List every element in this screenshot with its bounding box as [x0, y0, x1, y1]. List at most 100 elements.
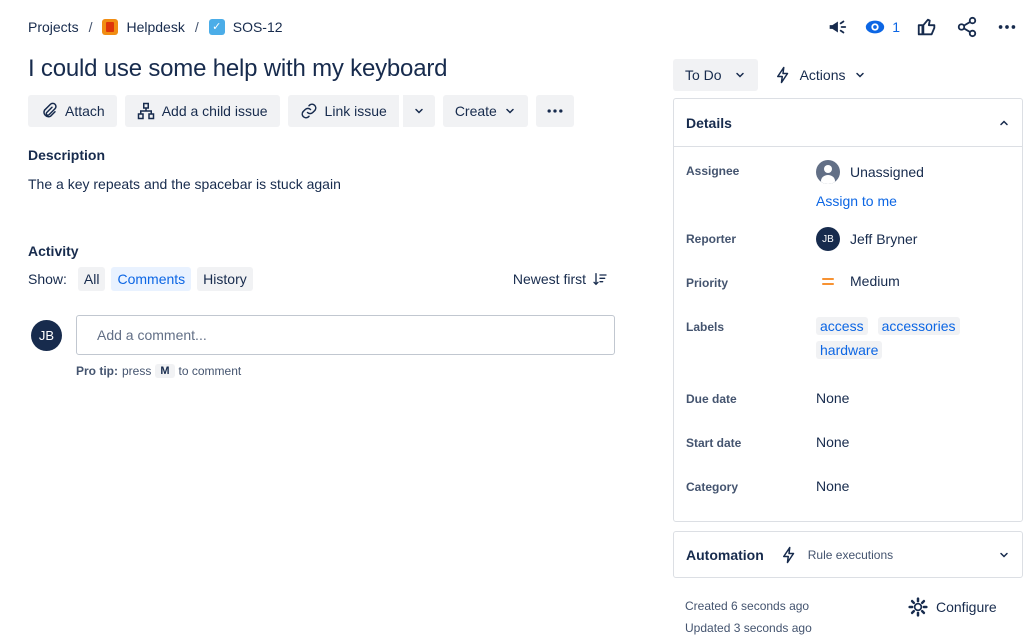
actions-label: Actions — [799, 67, 846, 83]
label-chip[interactable]: hardware — [816, 341, 883, 359]
label-chip[interactable]: accessories — [877, 317, 960, 335]
description-text[interactable]: The a key repeats and the spacebar is st… — [28, 176, 341, 192]
assignee-name: Unassigned — [850, 164, 924, 180]
breadcrumb-project-label: Helpdesk — [126, 19, 185, 35]
due-date-value[interactable]: None — [816, 390, 849, 406]
breadcrumb-projects[interactable]: Projects — [28, 19, 79, 35]
task-checkbox-icon: ✓ — [208, 19, 225, 35]
breadcrumb-separator: / — [194, 19, 199, 35]
link-issue-label: Link issue — [324, 103, 387, 119]
chevron-down-icon — [855, 72, 864, 78]
labels-label: Labels — [686, 320, 725, 334]
issue-toolbar: Attach Add a child issue Link issue Crea… — [28, 95, 574, 127]
start-date-value[interactable]: None — [816, 434, 849, 450]
create-button[interactable]: Create — [442, 95, 528, 127]
filter-history-button[interactable]: History — [197, 267, 253, 291]
created-timestamp: Created 6 seconds ago — [685, 599, 810, 613]
reporter-value[interactable]: JB Jeff Bryner — [816, 227, 917, 251]
issue-header-actions: 1 — [824, 14, 1020, 40]
reporter-label: Reporter — [686, 232, 737, 246]
actions-dropdown-button[interactable]: Actions — [768, 59, 872, 91]
issue-title[interactable]: I could use some help with my keyboard — [28, 55, 447, 83]
share-icon[interactable] — [954, 14, 980, 40]
unassigned-avatar-icon — [816, 160, 840, 184]
category-label: Category — [686, 480, 739, 494]
feedback-megaphone-icon[interactable] — [824, 14, 850, 40]
priority-name: Medium — [850, 273, 900, 289]
filter-comments-button[interactable]: Comments — [111, 267, 192, 291]
details-panel: Details Assignee Unassigned Assign to me… — [673, 98, 1023, 522]
status-dropdown-button[interactable]: To Do — [673, 59, 758, 91]
label-chip[interactable]: access — [816, 317, 868, 335]
assign-to-me-link[interactable]: Assign to me — [816, 193, 897, 209]
configure-button[interactable]: Configure — [908, 597, 997, 617]
activity-heading: Activity — [28, 243, 79, 259]
priority-value[interactable]: Medium — [816, 273, 900, 289]
due-date-label: Due date — [686, 392, 737, 406]
chevron-down-icon — [735, 72, 744, 78]
start-date-label: Start date — [686, 436, 742, 450]
breadcrumb-projects-label: Projects — [28, 19, 79, 35]
attach-button[interactable]: Attach — [28, 95, 117, 127]
description-heading: Description — [28, 147, 106, 163]
gear-icon — [908, 597, 928, 617]
breadcrumb-separator: / — [88, 19, 93, 35]
hierarchy-icon — [137, 102, 154, 120]
watch-count: 1 — [892, 19, 900, 35]
updated-timestamp: Updated 3 seconds ago — [685, 621, 812, 635]
more-options-icon[interactable] — [994, 14, 1020, 40]
labels-list: access accessories hardware — [816, 317, 1016, 359]
reporter-name: Jeff Bryner — [850, 231, 918, 247]
like-thumbs-up-icon[interactable] — [914, 14, 940, 40]
pro-tip-press: press — [122, 364, 152, 378]
add-child-issue-button[interactable]: Add a child issue — [124, 95, 280, 127]
create-label: Create — [454, 103, 497, 119]
priority-medium-icon — [816, 277, 840, 285]
details-title: Details — [686, 114, 732, 131]
lightning-bolt-icon — [776, 66, 788, 84]
more-options-icon — [547, 109, 563, 113]
automation-title: Automation — [686, 546, 764, 563]
chevron-up-icon — [1000, 119, 1008, 125]
rule-executions-label: Rule executions — [807, 547, 894, 562]
sort-order-label: Newest first — [512, 271, 586, 287]
link-issue-dropdown-button[interactable] — [400, 95, 435, 127]
assignee-value[interactable]: Unassigned — [816, 160, 924, 184]
sort-descending-icon — [593, 273, 607, 286]
more-actions-button[interactable] — [535, 95, 574, 127]
link-icon — [301, 103, 316, 119]
sort-order-button[interactable]: Newest first — [513, 271, 608, 287]
breadcrumb-issue[interactable]: ✓ SOS-12 — [208, 19, 283, 35]
project-icon — [102, 19, 119, 35]
link-issue-button[interactable]: Link issue — [287, 95, 399, 127]
attach-label: Attach — [65, 103, 105, 119]
comment-input[interactable] — [76, 315, 615, 355]
show-label: Show: — [28, 271, 67, 287]
lightning-bolt-icon — [782, 546, 795, 563]
add-child-label: Add a child issue — [161, 103, 268, 119]
chevron-down-icon — [1000, 552, 1008, 558]
breadcrumb: Projects / Helpdesk / ✓ SOS-12 — [28, 19, 283, 35]
chevron-down-icon — [415, 108, 423, 114]
assignee-label: Assignee — [686, 164, 740, 178]
status-row: To Do Actions — [673, 59, 872, 91]
user-avatar: JB — [31, 320, 62, 351]
pro-tip: Pro tip: press M to comment — [76, 364, 241, 378]
pro-tip-key: M — [155, 364, 175, 378]
pro-tip-label: Pro tip: — [76, 364, 118, 378]
watch-button[interactable]: 1 — [864, 16, 900, 38]
chevron-down-icon — [506, 108, 514, 114]
activity-filter-row: Show: All Comments History Newest first — [28, 267, 608, 291]
reporter-avatar: JB — [816, 227, 840, 251]
details-panel-header[interactable]: Details — [674, 99, 1022, 147]
pro-tip-suffix: to comment — [178, 364, 242, 378]
breadcrumb-issue-key: SOS-12 — [232, 19, 283, 35]
filter-all-button[interactable]: All — [77, 267, 106, 291]
eye-icon — [866, 20, 885, 34]
paperclip-icon — [43, 102, 57, 118]
priority-label: Priority — [686, 276, 729, 290]
category-value[interactable]: None — [816, 478, 849, 494]
status-label: To Do — [685, 67, 722, 83]
automation-panel[interactable]: Automation Rule executions — [673, 531, 1023, 578]
breadcrumb-project[interactable]: Helpdesk — [102, 19, 185, 35]
